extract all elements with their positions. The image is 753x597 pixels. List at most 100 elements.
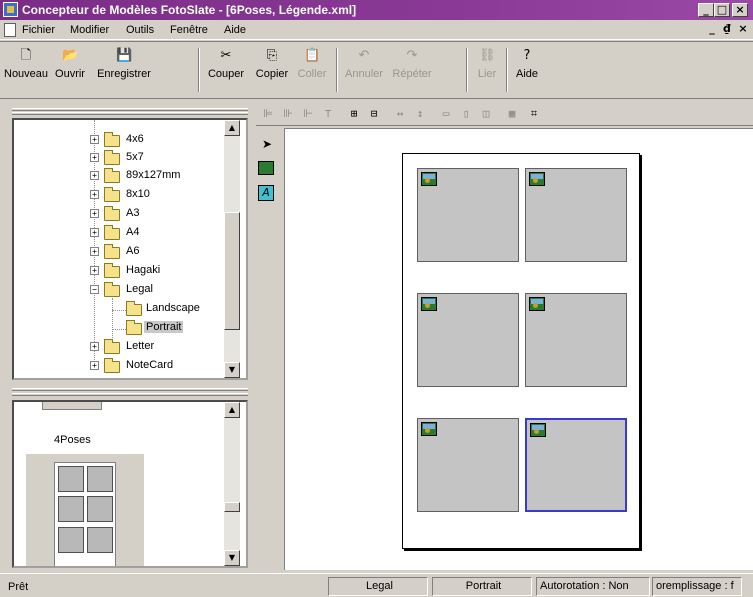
menu-modifier[interactable]: Modifier: [70, 24, 109, 36]
tree-item-label: Portrait: [144, 321, 184, 333]
text-frame-icon[interactable]: A: [258, 185, 274, 201]
align-left-icon[interactable]: ⊫: [260, 106, 276, 122]
photo-frame[interactable]: [417, 293, 519, 387]
photo-frame[interactable]: [525, 293, 627, 387]
image-frame-icon[interactable]: [258, 161, 274, 175]
image-placeholder-icon: [530, 423, 546, 437]
folder-icon: [104, 244, 120, 259]
ungroup-icon[interactable]: ⊟: [366, 106, 382, 122]
collapse-toggle[interactable]: −: [90, 285, 99, 294]
tree-panel-grip[interactable]: [12, 108, 248, 111]
thumbnail-cell: [58, 496, 84, 522]
template-thumbnail-partial[interactable]: [42, 402, 102, 410]
undo-button[interactable]: ↶ Annuler: [342, 46, 386, 94]
help-button[interactable]: ? Aide: [512, 46, 542, 94]
app-icon[interactable]: [3, 2, 18, 17]
align-top-icon[interactable]: ⊤: [320, 106, 336, 122]
redo-icon: ↷: [406, 48, 418, 63]
tree-item-label: Legal: [126, 283, 153, 295]
template-preview-panel[interactable]: 4Poses ▲ ▼: [12, 400, 248, 568]
link-button[interactable]: ⛓ Lier: [472, 46, 502, 94]
align-center-h-icon[interactable]: ⊪: [280, 106, 296, 122]
preview-panel-grip[interactable]: [12, 393, 248, 396]
new-document-icon: 🗋: [20, 48, 32, 63]
menu-aide[interactable]: Aide: [224, 24, 246, 36]
expand-toggle[interactable]: +: [90, 342, 99, 351]
expand-toggle[interactable]: +: [90, 209, 99, 218]
scroll-down-button[interactable]: ▼: [224, 362, 240, 378]
expand-toggle[interactable]: +: [90, 361, 99, 370]
space-horizontal-icon[interactable]: ↔: [392, 106, 408, 122]
scroll-thumb[interactable]: [224, 502, 240, 512]
expand-toggle[interactable]: +: [90, 153, 99, 162]
save-button[interactable]: 💾 Enregistrer: [92, 46, 156, 94]
tree-scrollbar[interactable]: ▲ ▼: [224, 120, 240, 378]
same-size-icon[interactable]: ◫: [478, 106, 494, 122]
new-button[interactable]: 🗋 Nouveau: [4, 46, 48, 94]
status-ready: Prêt: [8, 581, 29, 593]
menu-fenetre[interactable]: Fenêtre: [170, 24, 208, 36]
folder-icon: [104, 358, 120, 373]
cut-button[interactable]: ✂ Couper: [204, 46, 248, 94]
space-vertical-icon[interactable]: ↕: [412, 106, 428, 122]
expand-toggle[interactable]: +: [90, 190, 99, 199]
photo-frame[interactable]: [417, 168, 519, 262]
expand-toggle[interactable]: +: [90, 228, 99, 237]
scroll-up-button[interactable]: ▲: [224, 402, 240, 418]
document-icon[interactable]: [4, 23, 16, 37]
paste-button[interactable]: 📋 Coller: [294, 46, 330, 94]
photo-frame[interactable]: [525, 168, 627, 262]
open-folder-icon: 📂: [62, 48, 79, 63]
status-orientation: Portrait: [432, 577, 532, 596]
expand-toggle[interactable]: +: [90, 247, 99, 256]
pointer-arrow-icon[interactable]: ➤: [258, 135, 276, 153]
expand-toggle[interactable]: +: [90, 171, 99, 180]
group-icon[interactable]: ⊞: [346, 106, 362, 122]
minimize-button[interactable]: _: [698, 3, 714, 17]
tree-item-label: A4: [126, 226, 140, 238]
template-thumbnail[interactable]: [26, 454, 144, 566]
mdi-minimize-button[interactable]: _: [705, 23, 719, 37]
copy-button[interactable]: ⎘ Copier: [252, 46, 292, 94]
thumbnail-cell: [58, 527, 84, 553]
tool-palette: ➤ A: [255, 127, 279, 570]
expand-toggle[interactable]: +: [90, 266, 99, 275]
template-page[interactable]: [402, 153, 640, 549]
title-bar: Concepteur de Modèles FotoSlate - [6Pose…: [0, 0, 753, 20]
thumbnail-cell: [87, 527, 113, 553]
photo-frame-selected[interactable]: [525, 418, 627, 512]
image-placeholder-icon: [529, 297, 545, 311]
mdi-close-button[interactable]: ×: [736, 23, 750, 37]
image-placeholder-icon: [421, 172, 437, 186]
preview-scrollbar[interactable]: ▲ ▼: [224, 402, 240, 566]
tree-item-label: Hagaki: [126, 264, 161, 276]
design-canvas[interactable]: [284, 128, 753, 570]
thumbnail-page: [54, 462, 116, 566]
folder-icon: [104, 150, 120, 165]
same-height-icon[interactable]: ▯: [458, 106, 474, 122]
same-width-icon[interactable]: ▭: [438, 106, 454, 122]
scroll-down-button[interactable]: ▼: [224, 550, 240, 566]
thumbnail-cell: [87, 496, 113, 522]
expand-toggle[interactable]: +: [90, 135, 99, 144]
redo-button[interactable]: ↷ Répéter: [388, 46, 436, 94]
open-button[interactable]: 📂 Ouvrir: [50, 46, 90, 94]
grid-icon[interactable]: ▦: [504, 106, 520, 122]
status-bar: Prêt Legal Portrait Autorotation : Non o…: [0, 573, 753, 597]
scroll-thumb[interactable]: [224, 212, 240, 330]
status-fill: oremplissage : f: [652, 577, 742, 596]
cut-button-label: Couper: [207, 68, 245, 80]
close-button[interactable]: ×: [732, 3, 748, 17]
paper-size-tree[interactable]: + 4x6 + 5x7 + 89x127mm + 8x10 + A3 + A4 …: [12, 118, 248, 380]
align-right-icon[interactable]: ⊩: [300, 106, 316, 122]
mdi-restore-button[interactable]: ₫: [720, 23, 734, 37]
photo-frame[interactable]: [417, 418, 519, 512]
undo-icon: ↶: [358, 48, 370, 63]
menu-outils[interactable]: Outils: [126, 24, 154, 36]
menu-fichier[interactable]: Fichier: [22, 24, 55, 36]
maximize-button[interactable]: □: [714, 3, 730, 17]
tree-panel-grip[interactable]: [12, 112, 248, 115]
scroll-up-button[interactable]: ▲: [224, 120, 240, 136]
crop-frame-icon[interactable]: ⌗: [526, 106, 542, 122]
preview-panel-grip[interactable]: [12, 388, 248, 391]
